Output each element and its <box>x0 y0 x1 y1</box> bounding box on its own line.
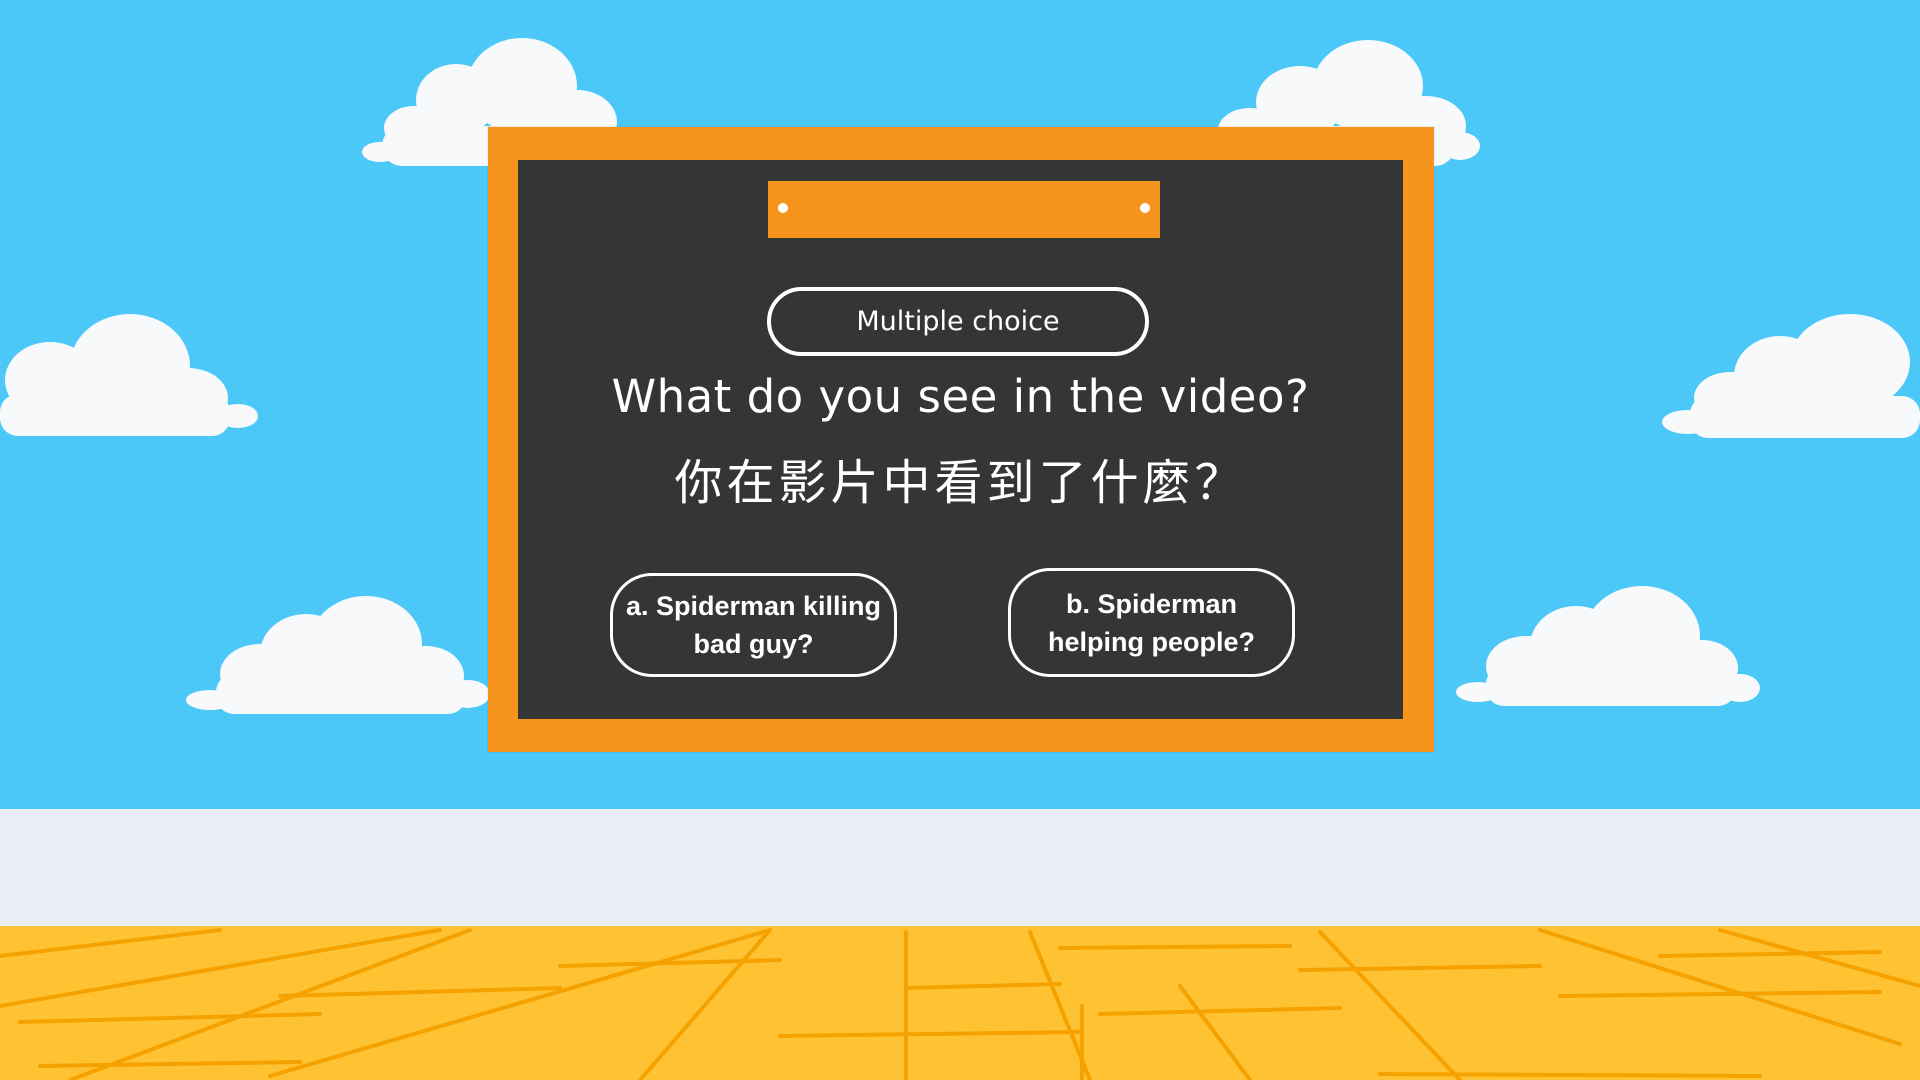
question-text-english: What do you see in the video? <box>611 370 1310 423</box>
rivet-right <box>1140 203 1150 213</box>
cloud-bottom-left <box>186 596 490 714</box>
slide-stage: Multiple choice What do you see in the v… <box>0 0 1920 1080</box>
wall-strip <box>0 809 1920 926</box>
cloud-bottom-right <box>1456 586 1760 706</box>
cloud-mid-right <box>1662 314 1920 438</box>
cloud-mid-left <box>0 314 258 436</box>
chalkboard-frame: Multiple choice What do you see in the v… <box>488 127 1434 752</box>
rivet-left <box>778 203 788 213</box>
board-header-bar <box>768 181 1160 238</box>
chalkboard: Multiple choice What do you see in the v… <box>518 160 1403 719</box>
question-text-chinese: 你在影片中看到了什麼？ <box>674 455 1247 511</box>
answer-option-b[interactable]: b. Spiderman helping people? <box>1008 568 1295 677</box>
question-type-badge: Multiple choice <box>767 287 1149 356</box>
wooden-floor <box>0 926 1920 1080</box>
answer-option-a[interactable]: a. Spiderman killing bad guy? <box>610 573 897 677</box>
